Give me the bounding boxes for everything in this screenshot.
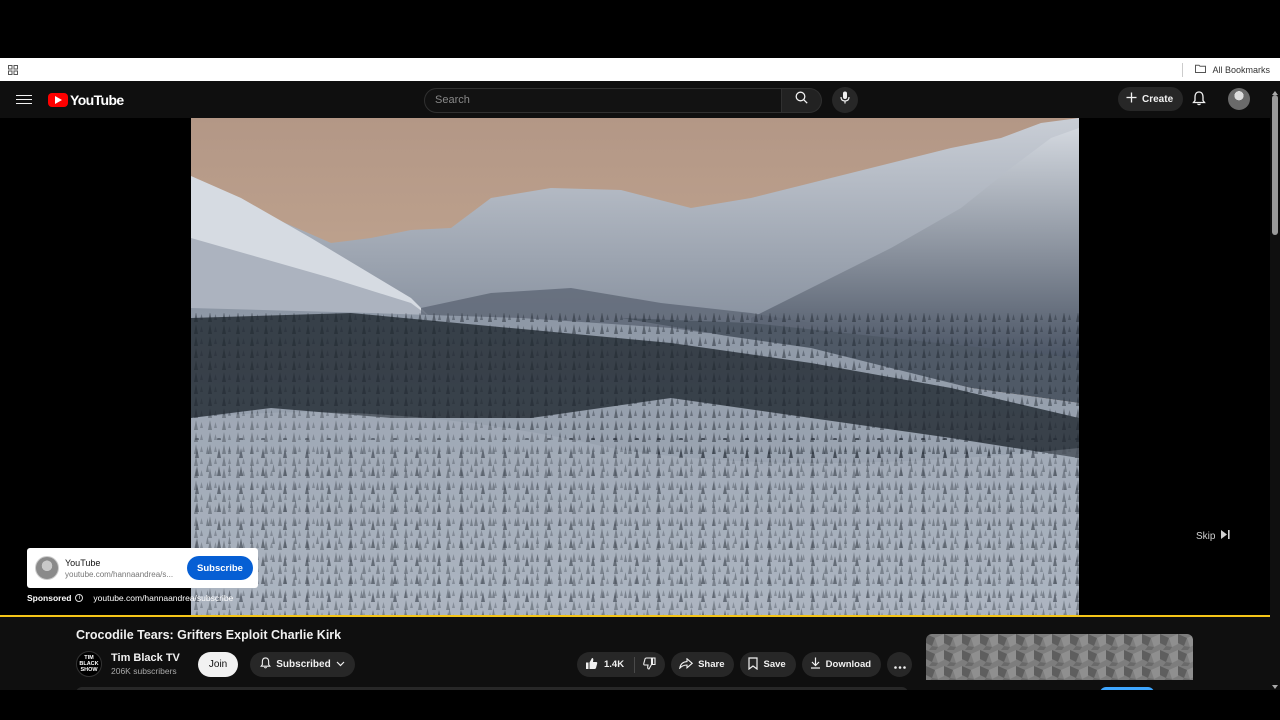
save-label: Save (763, 659, 786, 670)
share-button[interactable]: Share (671, 652, 735, 677)
video-actions: 1.4K Share Save Download (577, 652, 913, 677)
plus-icon (1126, 92, 1137, 106)
hamburger-menu-icon[interactable] (16, 92, 32, 106)
like-dislike-group: 1.4K (577, 652, 666, 677)
search-input[interactable] (424, 87, 782, 113)
bookmarks-divider (1182, 62, 1184, 77)
download-label: Download (825, 659, 872, 670)
ad-subscribe-button[interactable]: Subscribe (187, 556, 253, 580)
create-label: Create (1142, 93, 1174, 105)
bell-icon (260, 656, 272, 672)
info-icon[interactable]: i (75, 594, 84, 602)
thumbs-up-icon (585, 657, 598, 673)
channel-name[interactable]: Tim Black TV (111, 652, 180, 664)
sponsored-link[interactable]: youtube.com/hannaandrea/subscribe (93, 593, 233, 603)
scrollbar-thumb[interactable] (1272, 95, 1278, 235)
channel-avatar[interactable]: TIM BLACK SHOW (76, 651, 102, 677)
skip-label: Skip (1196, 530, 1216, 542)
youtube-play-icon (48, 93, 68, 107)
voice-search-button[interactable] (832, 87, 858, 113)
folder-icon (1195, 64, 1207, 75)
browser-bookmarks-bar: All Bookmarks (0, 58, 1280, 81)
video-frame[interactable] (191, 118, 1079, 615)
create-button[interactable]: Create (1118, 87, 1184, 111)
subscribed-label: Subscribed (276, 658, 331, 670)
scroll-down-arrow-icon[interactable] (1272, 685, 1278, 689)
account-avatar[interactable] (1228, 88, 1250, 110)
owner-row: TIM BLACK SHOW Tim Black TV 206K subscri… (76, 651, 355, 677)
like-button[interactable]: 1.4K (577, 652, 634, 677)
tile-pattern-image (926, 634, 1193, 680)
ad-channel-name: YouTube (65, 557, 101, 568)
share-label: Share (698, 659, 725, 670)
subscriber-count: 206K subscribers (111, 666, 177, 676)
download-icon (810, 657, 821, 672)
notifications-bell-icon[interactable] (1192, 91, 1206, 111)
microphone-icon (840, 91, 850, 109)
save-button[interactable]: Save (740, 652, 796, 677)
video-player: Skip YouTube youtube.com/hannaandrea/s..… (0, 118, 1270, 617)
ad-url: youtube.com/hannaandrea/s... (65, 569, 174, 579)
bottom-black-band (0, 690, 1280, 720)
channel-avatar-line-3: SHOW (80, 667, 98, 673)
youtube-logo[interactable]: YouTube (48, 92, 124, 108)
search-button[interactable] (782, 87, 822, 113)
screen: All Bookmarks YouTube Search Create Skip… (0, 0, 1280, 720)
page-scrollbar[interactable] (1270, 81, 1280, 701)
skip-ad-button[interactable]: Skip (1196, 530, 1231, 542)
sponsored-label: Sponsored (27, 593, 72, 603)
dislike-button[interactable] (635, 652, 665, 677)
bookmark-icon (748, 656, 759, 673)
subscribed-button[interactable]: Subscribed (250, 651, 355, 677)
search-bar (424, 87, 858, 113)
search-icon (795, 91, 808, 109)
all-bookmarks-label: All Bookmarks (1212, 64, 1270, 75)
video-title: Crocodile Tears: Grifters Exploit Charli… (76, 628, 342, 642)
youtube-wordmark: YouTube (70, 92, 124, 108)
sponsored-row: Sponsored i youtube.com/hannaandrea/subs… (27, 593, 233, 603)
join-button[interactable]: Join (197, 651, 239, 677)
snowy-mountain-valley-scene (191, 118, 1079, 615)
ad-overlay-card[interactable]: YouTube youtube.com/hannaandrea/s... Sub… (27, 548, 258, 588)
share-arrow-icon (679, 657, 694, 672)
more-actions-button[interactable] (887, 652, 913, 677)
ad-channel-avatar[interactable] (35, 556, 59, 580)
masthead: YouTube Create (0, 81, 1270, 118)
more-horizontal-icon (893, 656, 906, 674)
chevron-down-icon (336, 659, 345, 670)
skip-next-icon (1221, 530, 1231, 542)
download-button[interactable]: Download (801, 652, 882, 677)
all-bookmarks-button[interactable]: All Bookmarks (1182, 62, 1272, 77)
thumbs-down-icon (643, 656, 656, 673)
like-count: 1.4K (604, 659, 625, 670)
apps-grid-icon[interactable] (8, 64, 20, 76)
sidebar-ad-thumbnail[interactable] (926, 634, 1193, 680)
